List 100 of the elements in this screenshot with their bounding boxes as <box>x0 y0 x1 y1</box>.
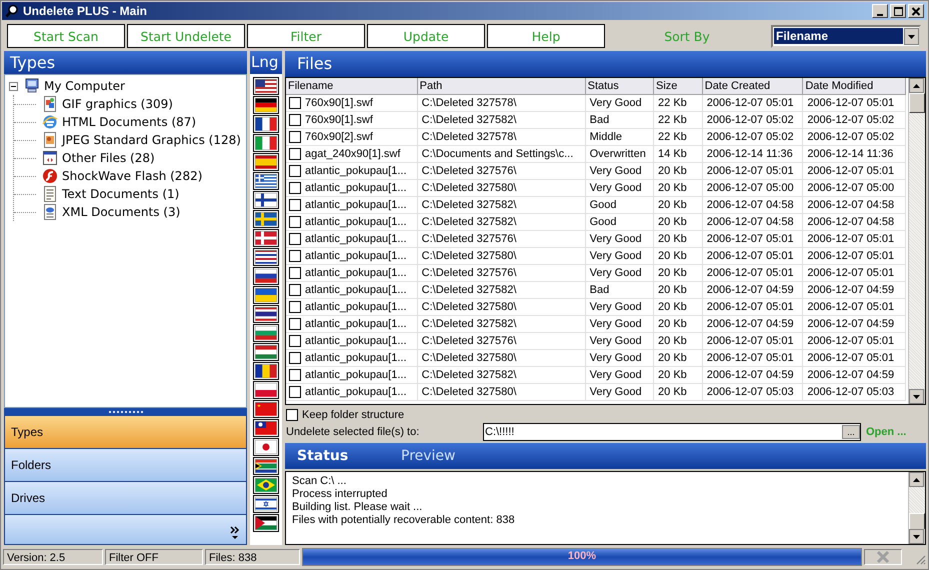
checkbox[interactable] <box>289 386 301 398</box>
language-button[interactable] <box>253 134 279 152</box>
language-button[interactable] <box>253 286 279 304</box>
language-button[interactable] <box>253 115 279 133</box>
column-header[interactable]: Date Modified <box>802 78 906 94</box>
checkbox[interactable] <box>289 216 301 228</box>
chevron-icon[interactable] <box>230 526 240 540</box>
scroll-down-icon[interactable] <box>909 389 924 404</box>
table-cell: 20 Kb <box>654 162 702 180</box>
panel-tab[interactable]: Status <box>289 448 393 464</box>
table-cell: C:\Deleted 327582\ <box>417 316 586 332</box>
scrollbar-thumb[interactable] <box>909 93 925 113</box>
resize-grip-icon[interactable] <box>914 553 926 565</box>
table-cell: atlantic_pokupau[1... <box>305 250 407 262</box>
tree-item[interactable]: XML Documents (3) <box>62 205 180 219</box>
flag-icon <box>255 117 277 131</box>
checkbox[interactable] <box>289 369 301 381</box>
sort-dropdown[interactable]: Filename <box>771 24 921 48</box>
table-cell: 2006-12-07 04:58 <box>702 196 803 214</box>
scroll-down-icon[interactable] <box>909 529 924 544</box>
language-button[interactable] <box>253 267 279 285</box>
checkbox[interactable] <box>289 182 301 194</box>
checkbox[interactable] <box>289 199 301 211</box>
checkbox[interactable] <box>289 267 301 279</box>
flag-icon <box>255 383 277 397</box>
checkbox[interactable] <box>289 318 301 330</box>
nav-tab[interactable]: Types <box>4 416 247 449</box>
checkbox[interactable] <box>289 148 301 160</box>
table-cell: atlantic_pokupau[1... <box>305 182 407 194</box>
tree-item[interactable]: GIF graphics (309) <box>62 97 173 111</box>
language-button[interactable] <box>253 210 279 228</box>
flag-icon <box>255 402 277 416</box>
language-button[interactable] <box>253 191 279 209</box>
language-button[interactable] <box>253 457 279 475</box>
column-header[interactable]: Size <box>654 78 702 94</box>
language-button[interactable] <box>253 362 279 380</box>
column-header[interactable]: Status <box>585 78 654 94</box>
panel-tab[interactable]: Preview <box>393 448 497 464</box>
scroll-up-icon[interactable] <box>909 472 924 487</box>
nav-tab[interactable]: Drives <box>4 482 247 515</box>
language-button[interactable] <box>253 514 279 532</box>
language-button[interactable] <box>253 229 279 247</box>
column-header[interactable]: Date Created <box>702 78 803 94</box>
table-cell: 2006-12-07 05:01 <box>802 298 906 316</box>
panel-header: Files <box>285 51 926 77</box>
window-title: Undelete PLUS - Main <box>23 4 148 18</box>
checkbox[interactable] <box>289 165 301 177</box>
language-button[interactable] <box>253 305 279 323</box>
path-field[interactable]: C:\!!!!! ... <box>483 423 861 441</box>
table-cell: Middle <box>585 128 654 146</box>
column-header[interactable]: Path <box>417 78 586 94</box>
language-button[interactable] <box>253 495 279 513</box>
language-button[interactable] <box>253 77 279 95</box>
tree-item[interactable]: Other Files (28) <box>62 151 155 165</box>
tree-item[interactable]: Text Documents (1) <box>62 187 180 201</box>
checkbox[interactable] <box>289 335 301 347</box>
language-button[interactable] <box>253 172 279 190</box>
scrollbar-thumb[interactable] <box>909 513 925 529</box>
checkbox[interactable] <box>289 284 301 296</box>
language-button[interactable] <box>253 248 279 266</box>
language-button[interactable] <box>253 343 279 361</box>
checkbox[interactable] <box>286 409 298 421</box>
tree-item[interactable]: JPEG Standard Graphics (128) <box>62 133 241 147</box>
scrollbar[interactable] <box>908 472 925 544</box>
table-cell: atlantic_pokupau[1... <box>305 386 407 398</box>
flag-icon <box>255 516 277 530</box>
table-cell: 2006-12-07 05:01 <box>802 162 906 180</box>
scroll-up-icon[interactable] <box>909 78 924 93</box>
language-button[interactable] <box>253 96 279 114</box>
checkbox[interactable] <box>289 352 301 364</box>
nav-tab[interactable]: Folders <box>4 449 247 482</box>
tree-item[interactable]: HTML Documents (87) <box>62 115 196 129</box>
table-cell: Very Good <box>585 162 654 180</box>
language-button[interactable] <box>253 381 279 399</box>
language-button[interactable] <box>253 476 279 494</box>
language-button[interactable] <box>253 438 279 456</box>
language-button[interactable] <box>253 324 279 342</box>
table-cell: Very Good <box>585 298 654 316</box>
flag-icon <box>255 155 277 169</box>
browse-button[interactable]: ... <box>842 425 860 439</box>
table-cell: C:\Documents and Settings\c... <box>417 146 586 162</box>
checkbox[interactable] <box>289 131 301 143</box>
expander-toggle[interactable] <box>9 82 18 90</box>
language-button[interactable] <box>253 400 279 418</box>
log-line: Building list. Please wait ... <box>292 501 424 514</box>
checkbox[interactable] <box>289 301 301 313</box>
language-button[interactable] <box>253 153 279 171</box>
checkbox[interactable] <box>289 114 301 126</box>
table-cell: C:\Deleted 327576\ <box>417 162 586 180</box>
column-header[interactable]: Filename <box>286 78 418 94</box>
language-button[interactable] <box>253 419 279 437</box>
table-cell: 2006-12-07 05:01 <box>802 264 906 282</box>
checkbox[interactable] <box>289 233 301 245</box>
table-cell: atlantic_pokupau[1... <box>305 284 407 296</box>
field-label: Undelete selected file(s) to: <box>286 426 420 438</box>
checkbox[interactable] <box>289 97 301 109</box>
tree-item[interactable]: My Computer <box>44 79 125 93</box>
scrollbar[interactable] <box>908 78 925 404</box>
checkbox[interactable] <box>289 250 301 262</box>
tree-item[interactable]: ShockWave Flash (282) <box>62 169 202 183</box>
